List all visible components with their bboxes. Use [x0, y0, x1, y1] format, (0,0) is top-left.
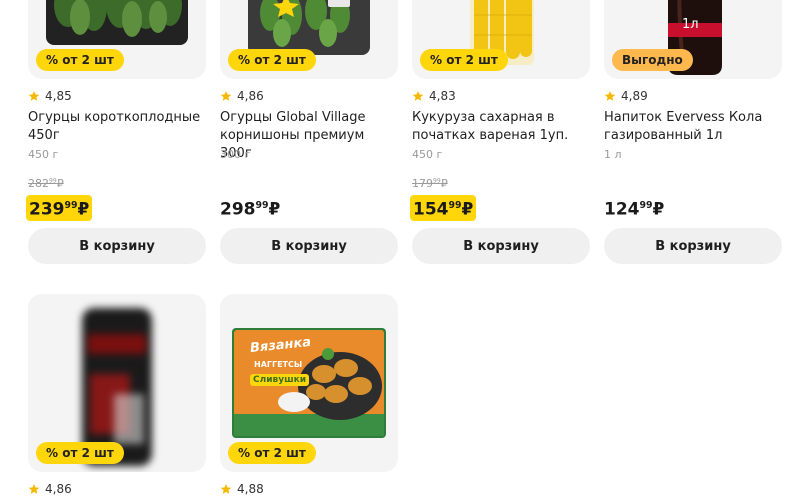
package-line2: Сливушки: [250, 374, 310, 386]
old-price: 17999₽: [412, 177, 448, 190]
rating-value: 4,86: [45, 482, 72, 496]
promo-badge: % от 2 шт: [228, 442, 316, 464]
promo-badge: % от 2 шт: [36, 442, 124, 464]
rating: 4,88: [220, 482, 264, 496]
product-card[interactable]: % от 2 шт 4,83 Кукуруза сахарная в почат…: [410, 0, 590, 264]
star-icon: [28, 484, 40, 494]
add-to-cart-button[interactable]: В корзину: [220, 228, 398, 264]
star-icon: [220, 484, 232, 494]
product-image[interactable]: % от 2 шт: [412, 0, 590, 79]
current-price: 23999₽: [26, 195, 93, 221]
package-line1: НАГГЕТСЫ: [254, 360, 303, 369]
rating: 4,86: [28, 482, 72, 496]
product-title[interactable]: Огурцы короткоплодные 450г: [28, 109, 206, 145]
bottle-volume-label: 1л: [682, 17, 699, 32]
promo-badge: % от 2 шт: [228, 49, 316, 71]
old-price: 28299₽: [28, 177, 64, 190]
add-to-cart-button[interactable]: В корзину: [28, 228, 206, 264]
current-price: 15499₽: [410, 195, 477, 221]
promo-badge: % от 2 шт: [420, 49, 508, 71]
rating: 4,85: [28, 89, 72, 103]
product-card[interactable]: Вязанка НАГГЕТСЫ Сливушки % от 2 шт 4,88: [220, 294, 398, 496]
star-icon: [604, 91, 616, 101]
star-icon: [220, 91, 232, 101]
product-image[interactable]: % от 2 шт: [28, 294, 206, 472]
product-weight: 450 г: [412, 148, 443, 161]
rating: 4,89: [604, 89, 648, 103]
rating-value: 4,89: [621, 89, 648, 103]
promo-badge: % от 2 шт: [36, 49, 124, 71]
promo-badge: Выгодно: [612, 49, 693, 71]
rating-value: 4,83: [429, 89, 456, 103]
add-to-cart-button[interactable]: В корзину: [412, 228, 590, 264]
product-image[interactable]: % от 2 шт: [28, 0, 206, 79]
product-weight: 450 г: [28, 148, 59, 161]
product-card[interactable]: 1л Выгодно 4,89 Напиток Evervess Кола га…: [604, 0, 782, 264]
product-card[interactable]: % от 2 шт 4,86: [28, 294, 206, 496]
product-weight: 300 г: [220, 148, 251, 161]
add-to-cart-button[interactable]: В корзину: [604, 228, 782, 264]
product-title[interactable]: Кукуруза сахарная в початках вареная 1уп…: [412, 109, 590, 145]
product-card[interactable]: % от 2 шт 4,86 Огурцы Global Village кор…: [220, 0, 398, 264]
star-icon: [412, 91, 424, 101]
rating: 4,83: [412, 89, 456, 103]
rating: 4,86: [220, 89, 264, 103]
product-title[interactable]: Напиток Evervess Кола газированный 1л: [604, 109, 782, 145]
product-image[interactable]: % от 2 шт: [220, 0, 398, 79]
star-icon: [28, 91, 40, 101]
current-price: 12499₽: [604, 199, 665, 220]
product-image[interactable]: Вязанка НАГГЕТСЫ Сливушки % от 2 шт: [220, 294, 398, 472]
rating-value: 4,86: [237, 89, 264, 103]
rating-value: 4,85: [45, 89, 72, 103]
product-image[interactable]: 1л Выгодно: [604, 0, 782, 79]
product-weight: 1 л: [604, 148, 622, 161]
rating-value: 4,88: [237, 482, 264, 496]
current-price: 29899₽: [220, 199, 281, 220]
product-card[interactable]: % от 2 шт 4,85 Огурцы короткоплодные 450…: [26, 0, 206, 264]
